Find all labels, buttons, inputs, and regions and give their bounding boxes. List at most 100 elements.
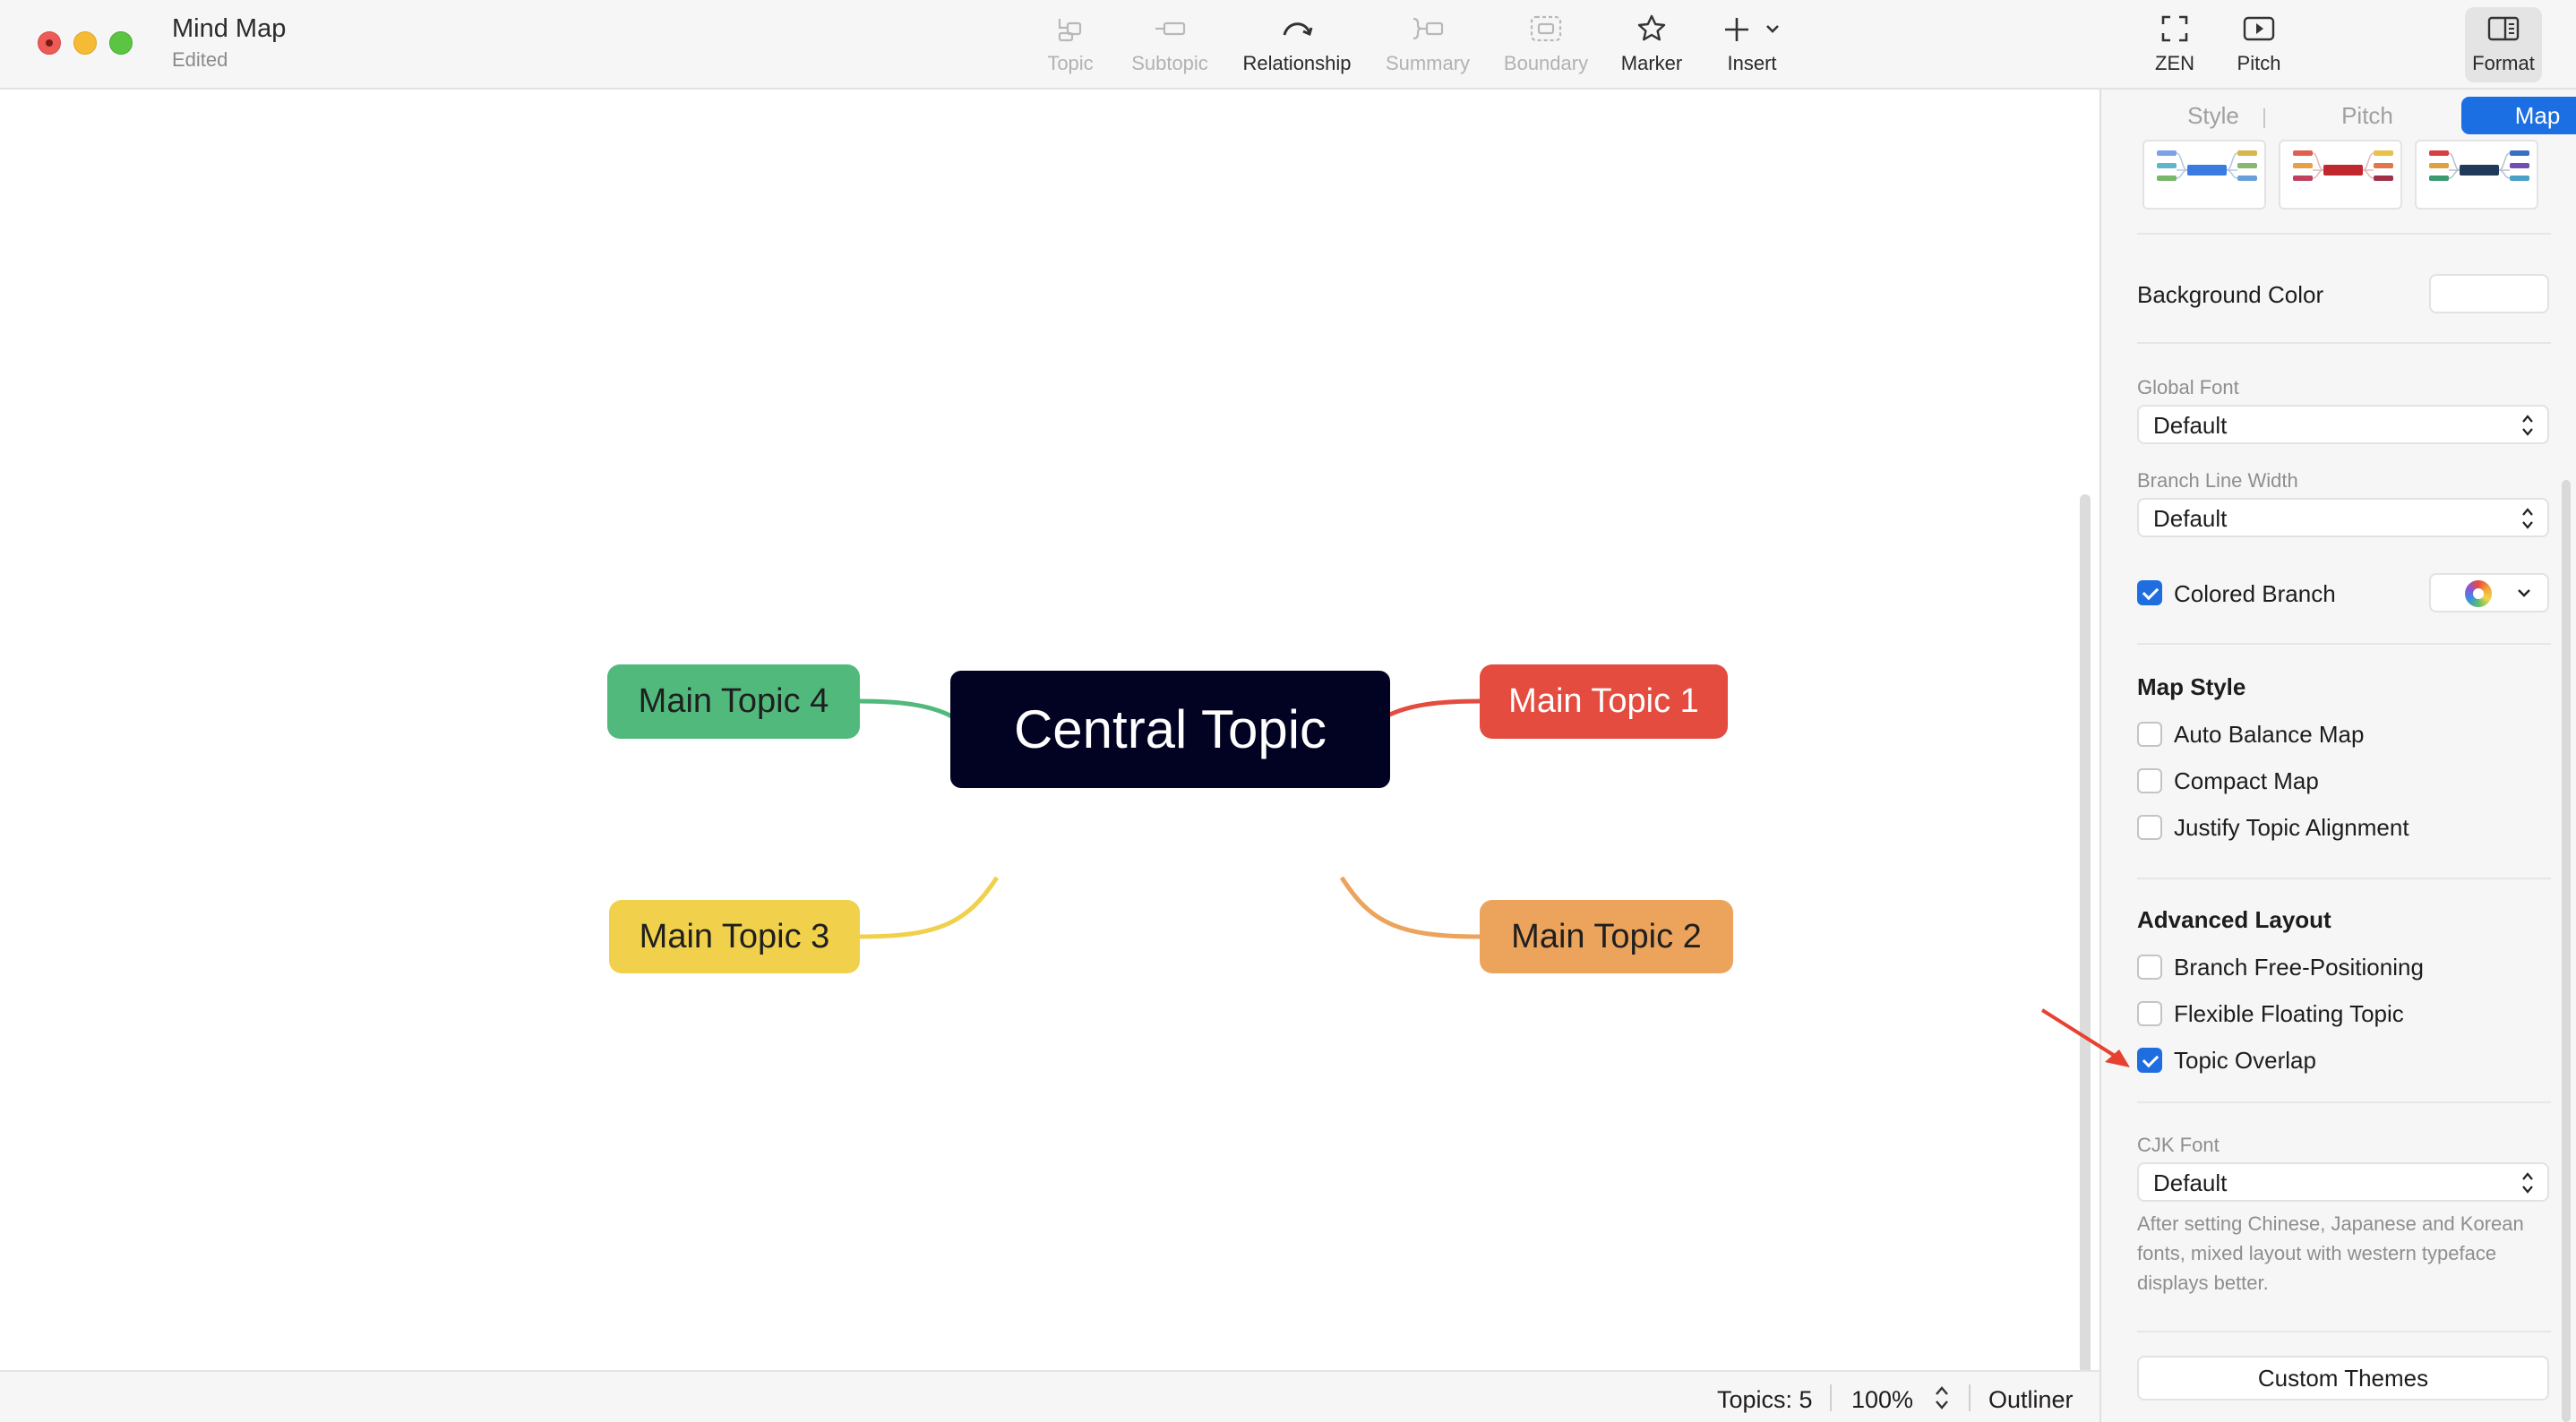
format-panel-button[interactable]: Format xyxy=(2465,7,2542,82)
compact-map-checkbox[interactable] xyxy=(2137,768,2162,793)
central-topic[interactable]: Central Topic xyxy=(950,671,1390,788)
color-wheel-icon xyxy=(2465,580,2492,607)
zen-mode-button[interactable]: ZEN xyxy=(2139,11,2211,82)
branch-line-width-label: Branch Line Width xyxy=(2137,469,2298,492)
auto-balance-map-checkbox[interactable] xyxy=(2137,722,2162,747)
panel-scrollbar[interactable] xyxy=(2562,480,2571,1422)
section-divider xyxy=(2137,643,2551,645)
colored-branch-label: Colored Branch xyxy=(2174,580,2336,607)
section-divider xyxy=(2137,233,2551,235)
pitch-mode-label: Pitch xyxy=(2237,52,2281,74)
topic-overlap-label: Topic Overlap xyxy=(2174,1047,2316,1074)
branch-line-width-select[interactable]: Default xyxy=(2137,498,2549,537)
cjk-font-note: After setting Chinese, Japanese and Kore… xyxy=(2137,1212,2524,1294)
format-panel: Style Pitch Map Background Color Global … xyxy=(2099,90,2576,1422)
topics-count: Topics: 5 xyxy=(1717,1386,1813,1413)
branch-line-topic-3 xyxy=(859,876,1000,939)
global-font-value: Default xyxy=(2153,412,2228,439)
up-down-chevron-icon xyxy=(2522,1172,2533,1194)
map-style-heading: Map Style xyxy=(2137,673,2246,700)
justify-topic-alignment-label: Justify Topic Alignment xyxy=(2174,814,2409,841)
theme-thumbnail-1[interactable] xyxy=(2142,140,2266,210)
up-down-chevron-icon xyxy=(2522,508,2533,529)
cjk-font-value: Default xyxy=(2153,1169,2228,1196)
window-close-button[interactable] xyxy=(38,31,61,55)
summary-tool-label: Summary xyxy=(1385,52,1471,74)
marker-tool-label: Marker xyxy=(1620,52,1683,74)
background-color-swatch[interactable] xyxy=(2429,274,2549,313)
format-panel-label: Format xyxy=(2472,52,2535,74)
branch-line-topic-2 xyxy=(1339,876,1481,939)
chevron-down-icon xyxy=(2518,589,2530,597)
fullscreen-icon xyxy=(2157,11,2193,47)
zoom-level[interactable]: 100% xyxy=(1851,1386,1913,1414)
tab-pitch[interactable]: Pitch xyxy=(2297,97,2438,134)
insert-tool-button[interactable]: Insert xyxy=(1714,11,1790,82)
section-divider xyxy=(2137,1331,2551,1332)
boundary-tool-button[interactable]: Boundary xyxy=(1499,11,1593,82)
boundary-tool-label: Boundary xyxy=(1503,52,1589,74)
window-minimize-button[interactable] xyxy=(73,31,97,55)
sidebar-panel-icon xyxy=(2486,11,2521,47)
status-bar: Topics: 5 100% Outliner xyxy=(0,1370,2099,1422)
main-topic-1[interactable]: Main Topic 1 xyxy=(1480,664,1728,739)
document-title[interactable]: Mind Map xyxy=(172,14,286,44)
summary-icon xyxy=(1410,11,1446,47)
zoom-stepper-icon[interactable] xyxy=(1933,1383,1951,1413)
advanced-layout-heading: Advanced Layout xyxy=(2137,906,2331,933)
theme-preview-3 xyxy=(2429,150,2529,181)
plus-icon xyxy=(1721,11,1783,47)
theme-preview-2 xyxy=(2293,150,2393,181)
pitch-mode-button[interactable]: Pitch xyxy=(2223,11,2295,82)
section-divider xyxy=(2137,878,2551,879)
relationship-tool-label: Relationship xyxy=(1242,52,1352,74)
global-font-label: Global Font xyxy=(2137,376,2239,398)
title-toolbar: Mind Map Edited Topic Subtopic Relations… xyxy=(0,0,2576,90)
theme-preview-1 xyxy=(2157,150,2257,181)
outliner-button[interactable]: Outliner xyxy=(1988,1386,2074,1414)
status-divider xyxy=(1969,1384,1971,1411)
format-tabs: Style Pitch Map xyxy=(2142,97,2576,134)
topic-tool-label: Topic xyxy=(1047,52,1094,74)
main-topic-3[interactable]: Main Topic 3 xyxy=(609,900,860,973)
topic-tool-button[interactable]: Topic xyxy=(1035,11,1106,82)
branch-color-picker[interactable] xyxy=(2429,573,2549,612)
star-icon xyxy=(1634,11,1670,47)
theme-thumbnail-2[interactable] xyxy=(2279,140,2402,210)
main-topic-2[interactable]: Main Topic 2 xyxy=(1480,900,1733,973)
vertical-scrollbar[interactable] xyxy=(2080,494,2091,1370)
relationship-icon xyxy=(1279,11,1315,47)
play-screen-icon xyxy=(2241,11,2277,47)
status-divider xyxy=(1830,1384,1832,1411)
tab-separator xyxy=(2263,108,2265,128)
cjk-font-label: CJK Font xyxy=(2137,1134,2220,1156)
compact-map-label: Compact Map xyxy=(2174,767,2319,794)
branch-free-positioning-label: Branch Free-Positioning xyxy=(2174,954,2424,981)
relationship-tool-button[interactable]: Relationship xyxy=(1234,11,1360,82)
theme-thumbnail-3[interactable] xyxy=(2415,140,2538,210)
main-topic-4[interactable]: Main Topic 4 xyxy=(607,664,860,739)
window-zoom-button[interactable] xyxy=(109,31,133,55)
colored-branch-checkbox[interactable] xyxy=(2137,580,2162,605)
auto-balance-map-label: Auto Balance Map xyxy=(2174,721,2365,748)
branch-line-width-value: Default xyxy=(2153,505,2228,532)
cjk-font-select[interactable]: Default xyxy=(2137,1162,2549,1202)
global-font-select[interactable]: Default xyxy=(2137,405,2549,444)
up-down-chevron-icon xyxy=(2522,415,2533,436)
section-divider xyxy=(2137,342,2551,344)
branch-free-positioning-checkbox[interactable] xyxy=(2137,955,2162,980)
summary-tool-button[interactable]: Summary xyxy=(1379,11,1476,82)
tab-map[interactable]: Map xyxy=(2461,97,2576,134)
document-status: Edited xyxy=(172,48,228,71)
background-color-label: Background Color xyxy=(2137,281,2324,308)
justify-topic-alignment-checkbox[interactable] xyxy=(2137,815,2162,840)
subtopic-tool-label: Subtopic xyxy=(1131,52,1208,74)
annotation-arrow-icon xyxy=(2040,1008,2130,1067)
topic-icon xyxy=(1052,11,1088,47)
zen-mode-label: ZEN xyxy=(2155,52,2194,74)
marker-tool-button[interactable]: Marker xyxy=(1612,11,1691,82)
custom-themes-button[interactable]: Custom Themes xyxy=(2137,1356,2549,1401)
insert-tool-label: Insert xyxy=(1727,52,1777,74)
section-divider xyxy=(2137,1101,2551,1103)
subtopic-tool-button[interactable]: Subtopic xyxy=(1123,11,1216,82)
